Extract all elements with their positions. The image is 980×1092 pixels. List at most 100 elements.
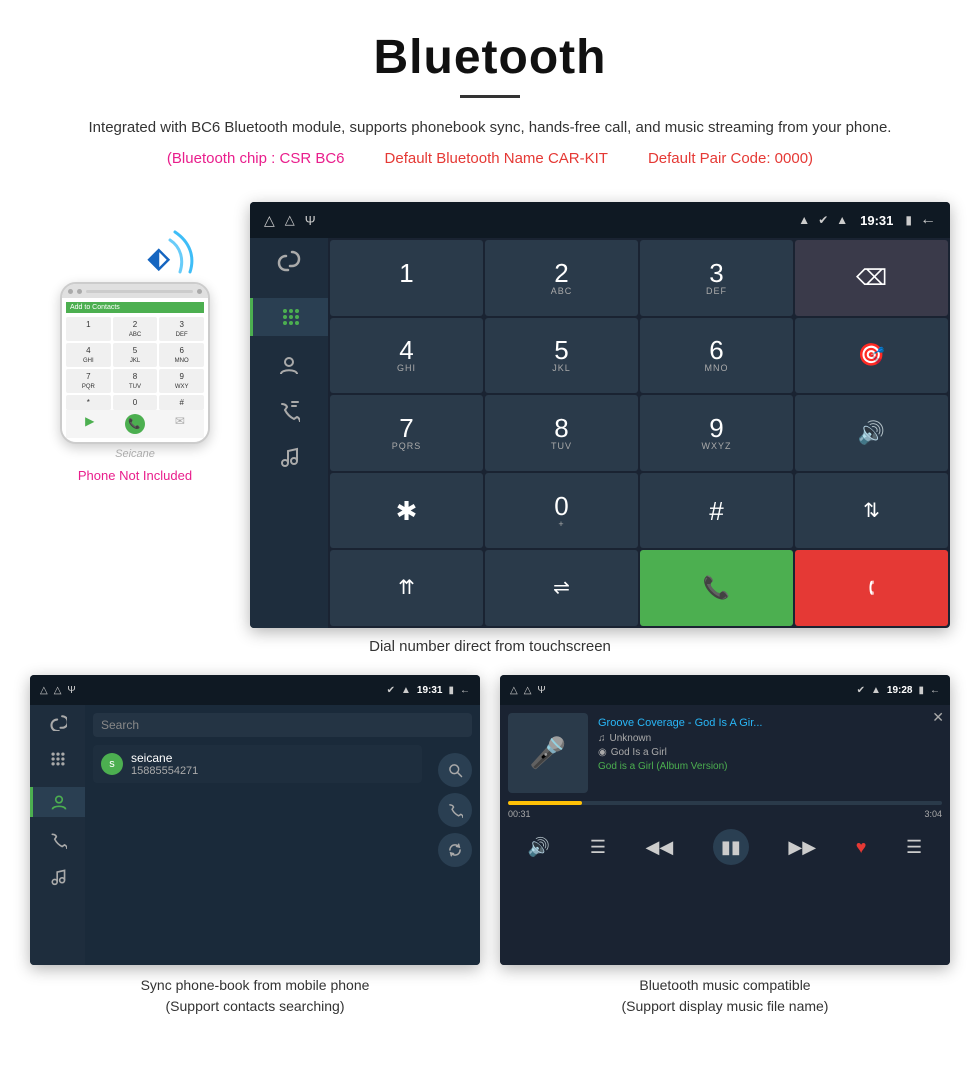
pb-wifi-icon: ▲ (401, 685, 411, 696)
status-right-icons: ▲ ✔ ▲ 19:31 ▮ ← (798, 211, 936, 229)
music-info: Groove Coverage - God Is A Gir... ♫ Unkn… (598, 713, 942, 793)
wifi-icon: ▲ (836, 213, 848, 227)
pb-dialpad-icon[interactable] (49, 750, 67, 773)
dial-key-star[interactable]: ✱ (330, 473, 483, 549)
music-bt-icon: ✔ (857, 685, 865, 696)
phone-key-8: 8TUV (113, 369, 158, 393)
phone-key-3: 3DEF (159, 317, 204, 341)
pb-sidebar (30, 705, 85, 965)
pb-search-bar[interactable]: Search (93, 713, 472, 737)
chip-label-3: Default Pair Code: 0000) (648, 150, 813, 167)
description-text: Integrated with BC6 Bluetooth module, su… (80, 116, 900, 140)
pb-status-bar: △ △ Ψ ✔ ▲ 19:31 ▮ ← (30, 675, 480, 705)
dial-key-5[interactable]: 5 JKL (485, 318, 638, 394)
car-screen-body: 1 2 ABC 3 DEF ⌫ 4 GHI (250, 238, 950, 628)
watermark: Seicane (115, 448, 155, 460)
chip-label-2: Default Bluetooth Name CAR-KIT (385, 150, 608, 167)
car-status-bar: △ △ Ψ ▲ ✔ ▲ 19:31 ▮ ← (250, 202, 950, 238)
phone-speaker (86, 290, 193, 293)
music-playlist: God is a Girl (Album Version) (598, 761, 942, 772)
music-eq-btn[interactable]: ☰ (590, 837, 606, 858)
pb-bt-icon: ✔ (387, 685, 395, 696)
pb-music-icon[interactable] (49, 868, 67, 891)
dial-key-call-end[interactable]: 🕻 (795, 550, 948, 626)
header-section: Bluetooth Integrated with BC6 Bluetooth … (0, 0, 980, 202)
dial-key-mute[interactable]: 🎯 (795, 318, 948, 394)
pb-search-action-btn[interactable] (438, 753, 472, 787)
phone-dot-2 (77, 289, 82, 294)
phone-dot-1 (68, 289, 73, 294)
pb-calls-icon[interactable] (49, 831, 67, 854)
music-volume-btn[interactable]: 🔊 (528, 837, 550, 858)
music-heart-btn[interactable]: ♥ (856, 837, 867, 858)
dial-key-swap[interactable]: ⇅ (795, 473, 948, 549)
car-contacts-icon[interactable] (278, 354, 300, 382)
dial-key-dtmf[interactable]: ⇌ (485, 550, 638, 626)
pb-main-area: Search s seicane 15885554271 (85, 705, 480, 965)
music-next-btn[interactable]: ▶▶ (788, 837, 816, 858)
music-caption: Bluetooth music compatible(Support displ… (622, 975, 829, 1017)
phone-section: ⬖ Add to Contacts 1 2ABC 3DEF 4GHI 5JKL … (30, 202, 240, 483)
music-wifi-icon: ▲ (871, 685, 881, 696)
dial-key-hash[interactable]: # (640, 473, 793, 549)
car-recent-calls-icon[interactable] (278, 400, 300, 428)
dial-key-3[interactable]: 3 DEF (640, 240, 793, 316)
pb-battery-icon: ▮ (448, 685, 454, 696)
pb-back-icon: ← (460, 685, 470, 696)
music-progress-fill (508, 801, 582, 805)
pb-status-left: △ △ Ψ (40, 685, 76, 696)
pb-contacts-icon-active[interactable] (30, 787, 85, 817)
music-close-button[interactable]: ✕ (932, 709, 944, 726)
title-divider (460, 95, 520, 98)
dial-key-merge[interactable]: ⇈ (330, 550, 483, 626)
music-item: △ △ Ψ ✔ ▲ 19:28 ▮ ← ✕ 🎤 Groove Coverag (500, 675, 950, 1017)
music-icon-artist: ♫ (598, 733, 606, 744)
phone-key-star: * (66, 395, 111, 410)
phone-key-6: 6MNO (159, 343, 204, 367)
car-music-icon[interactable] (278, 446, 300, 474)
pb-contact-number: 15885554271 (131, 765, 198, 777)
main-demo-area: ⬖ Add to Contacts 1 2ABC 3DEF 4GHI 5JKL … (0, 202, 980, 628)
music-status-bar: △ △ Ψ ✔ ▲ 19:28 ▮ ← (500, 675, 950, 705)
dial-key-8[interactable]: 8 TUV (485, 395, 638, 471)
dial-key-9[interactable]: 9 WXYZ (640, 395, 793, 471)
music-progress-bar[interactable] (508, 801, 942, 805)
music-play-pause-btn[interactable]: ▮▮ (713, 829, 749, 865)
bluetooth-status-icon: ✔ (818, 213, 828, 227)
dial-key-volume[interactable]: 🔊 (795, 395, 948, 471)
dial-key-4[interactable]: 4 GHI (330, 318, 483, 394)
dial-key-7[interactable]: 7 PQRS (330, 395, 483, 471)
pb-contact-name: seicane (131, 751, 198, 765)
phone-mockup: Add to Contacts 1 2ABC 3DEF 4GHI 5JKL 6M… (60, 282, 210, 444)
music-prev-btn[interactable]: ◀◀ (646, 837, 674, 858)
dial-key-call-green[interactable]: 📞 (640, 550, 793, 626)
phone-bottom-bar: ▶ 📞 ✉ (66, 410, 204, 438)
phonebook-screen: △ △ Ψ ✔ ▲ 19:31 ▮ ← (30, 675, 480, 965)
music-playlist-btn[interactable]: ☰ (906, 837, 922, 858)
dial-key-backspace[interactable]: ⌫ (795, 240, 948, 316)
phone-not-included-label: Phone Not Included (78, 468, 192, 483)
pb-call-action-btn[interactable] (438, 793, 472, 827)
pb-sync-action-btn[interactable] (438, 833, 472, 867)
car-link-icon[interactable] (276, 248, 302, 280)
warning-icon: △ (285, 212, 295, 228)
car-dialpad-icon[interactable] (250, 298, 328, 336)
phone-call-button[interactable]: 📞 (125, 414, 145, 434)
dial-key-6[interactable]: 6 MNO (640, 318, 793, 394)
phone-key-7: 7PQR (66, 369, 111, 393)
music-artist: ♫ Unknown (598, 733, 942, 744)
dial-key-2[interactable]: 2 ABC (485, 240, 638, 316)
dial-key-1[interactable]: 1 (330, 240, 483, 316)
music-status-right: ✔ ▲ 19:28 ▮ ← (857, 685, 940, 696)
music-body: ✕ 🎤 Groove Coverage - God Is A Gir... ♫ … (500, 705, 950, 965)
pb-link-icon[interactable] (49, 713, 67, 736)
pb-contact-entry[interactable]: s seicane 15885554271 (93, 745, 422, 783)
pb-contact-info: seicane 15885554271 (131, 751, 198, 777)
album-art: 🎤 (508, 713, 588, 793)
chip-info-bar: (Bluetooth chip : CSR BC6 Default Blueto… (60, 150, 920, 167)
music-icon-album: ◉ (598, 747, 607, 758)
center-caption: Dial number direct from touchscreen (0, 638, 980, 655)
svg-text:⬖: ⬖ (147, 242, 171, 273)
dial-key-0[interactable]: 0 + (485, 473, 638, 549)
phone-keypad: 1 2ABC 3DEF 4GHI 5JKL 6MNO 7PQR 8TUV 9WX… (66, 317, 204, 410)
